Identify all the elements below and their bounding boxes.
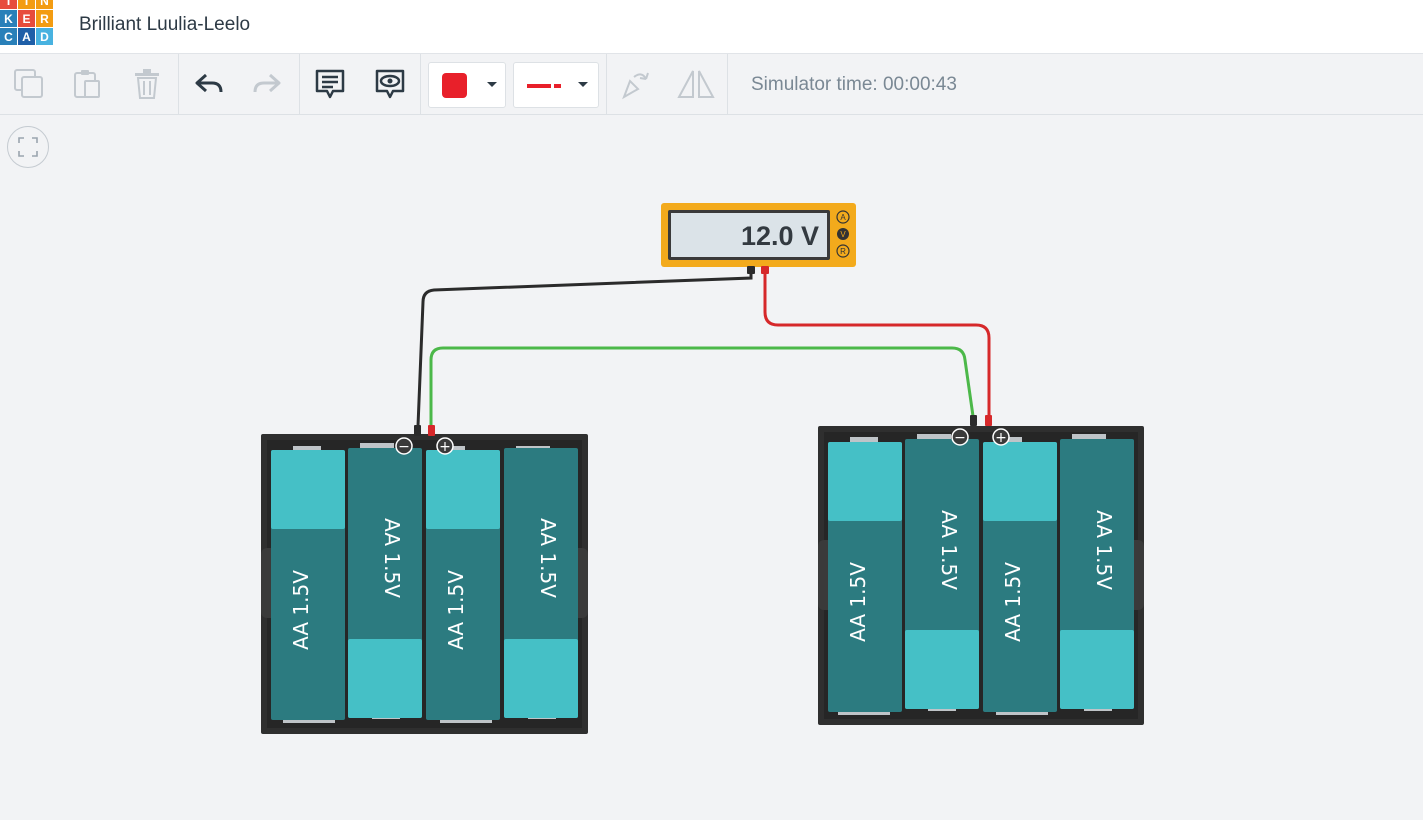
positive-terminal[interactable]: + [436, 437, 454, 455]
terminal-sign: + [439, 439, 451, 455]
cell-label: AA 1.5V [289, 570, 313, 650]
battery-cell[interactable]: AA 1.5V [504, 448, 578, 718]
mode-label: V [840, 230, 846, 239]
terminal-sign: − [398, 439, 410, 455]
battery-cell[interactable]: AA 1.5V [348, 448, 422, 718]
probe-clip-black[interactable] [970, 415, 977, 426]
cell-label: AA 1.5V [536, 518, 560, 598]
battery-cell[interactable]: AA 1.5V [1060, 439, 1134, 709]
terminal-sign: + [995, 430, 1007, 446]
mode-voltmeter-button[interactable]: V [837, 228, 849, 240]
probe-clip-red[interactable] [428, 425, 435, 436]
negative-probe-terminal[interactable] [747, 266, 755, 274]
positive-terminal[interactable]: + [992, 428, 1010, 446]
green-series-wire[interactable] [429, 346, 975, 426]
mode-label: A [840, 213, 846, 222]
cell-label: AA 1.5V [1092, 510, 1116, 590]
cell-label: AA 1.5V [380, 518, 404, 598]
positive-probe-terminal[interactable] [761, 266, 769, 274]
cell-label: AA 1.5V [1001, 562, 1025, 642]
terminal-sign: − [954, 430, 966, 446]
probe-clip-black[interactable] [414, 425, 421, 436]
battery-cell[interactable]: AA 1.5V [905, 439, 979, 709]
negative-terminal[interactable]: − [951, 428, 969, 446]
cell-label: AA 1.5V [444, 570, 468, 650]
mode-ammeter-button[interactable]: A [836, 210, 850, 224]
negative-terminal[interactable]: − [395, 437, 413, 455]
battery-pack-2[interactable]: AA 1.5V AA 1.5V AA 1.5V AA 1.5V − + [818, 415, 1144, 725]
battery-cell[interactable]: AA 1.5V [828, 442, 902, 712]
cell-label: AA 1.5V [937, 510, 961, 590]
multimeter[interactable]: 12.0 V A V R [661, 203, 856, 274]
mode-ohmmeter-button[interactable]: R [836, 244, 850, 258]
mode-label: R [840, 247, 846, 256]
battery-pack-1[interactable]: AA 1.5V AA 1.5V AA 1.5V AA 1.5V − + [261, 425, 588, 734]
battery-cell[interactable]: AA 1.5V [983, 442, 1057, 712]
circuit-canvas[interactable]: 12.0 V A V R AA 1.5V AA 1.5V AA 1.5V AA … [0, 0, 1423, 820]
multimeter-display: 12.0 V [741, 221, 819, 251]
red-probe-wire[interactable] [763, 272, 991, 416]
battery-cell[interactable]: AA 1.5V [426, 450, 500, 720]
cell-label: AA 1.5V [846, 562, 870, 642]
battery-cell[interactable]: AA 1.5V [271, 450, 345, 720]
probe-clip-red[interactable] [985, 415, 992, 426]
